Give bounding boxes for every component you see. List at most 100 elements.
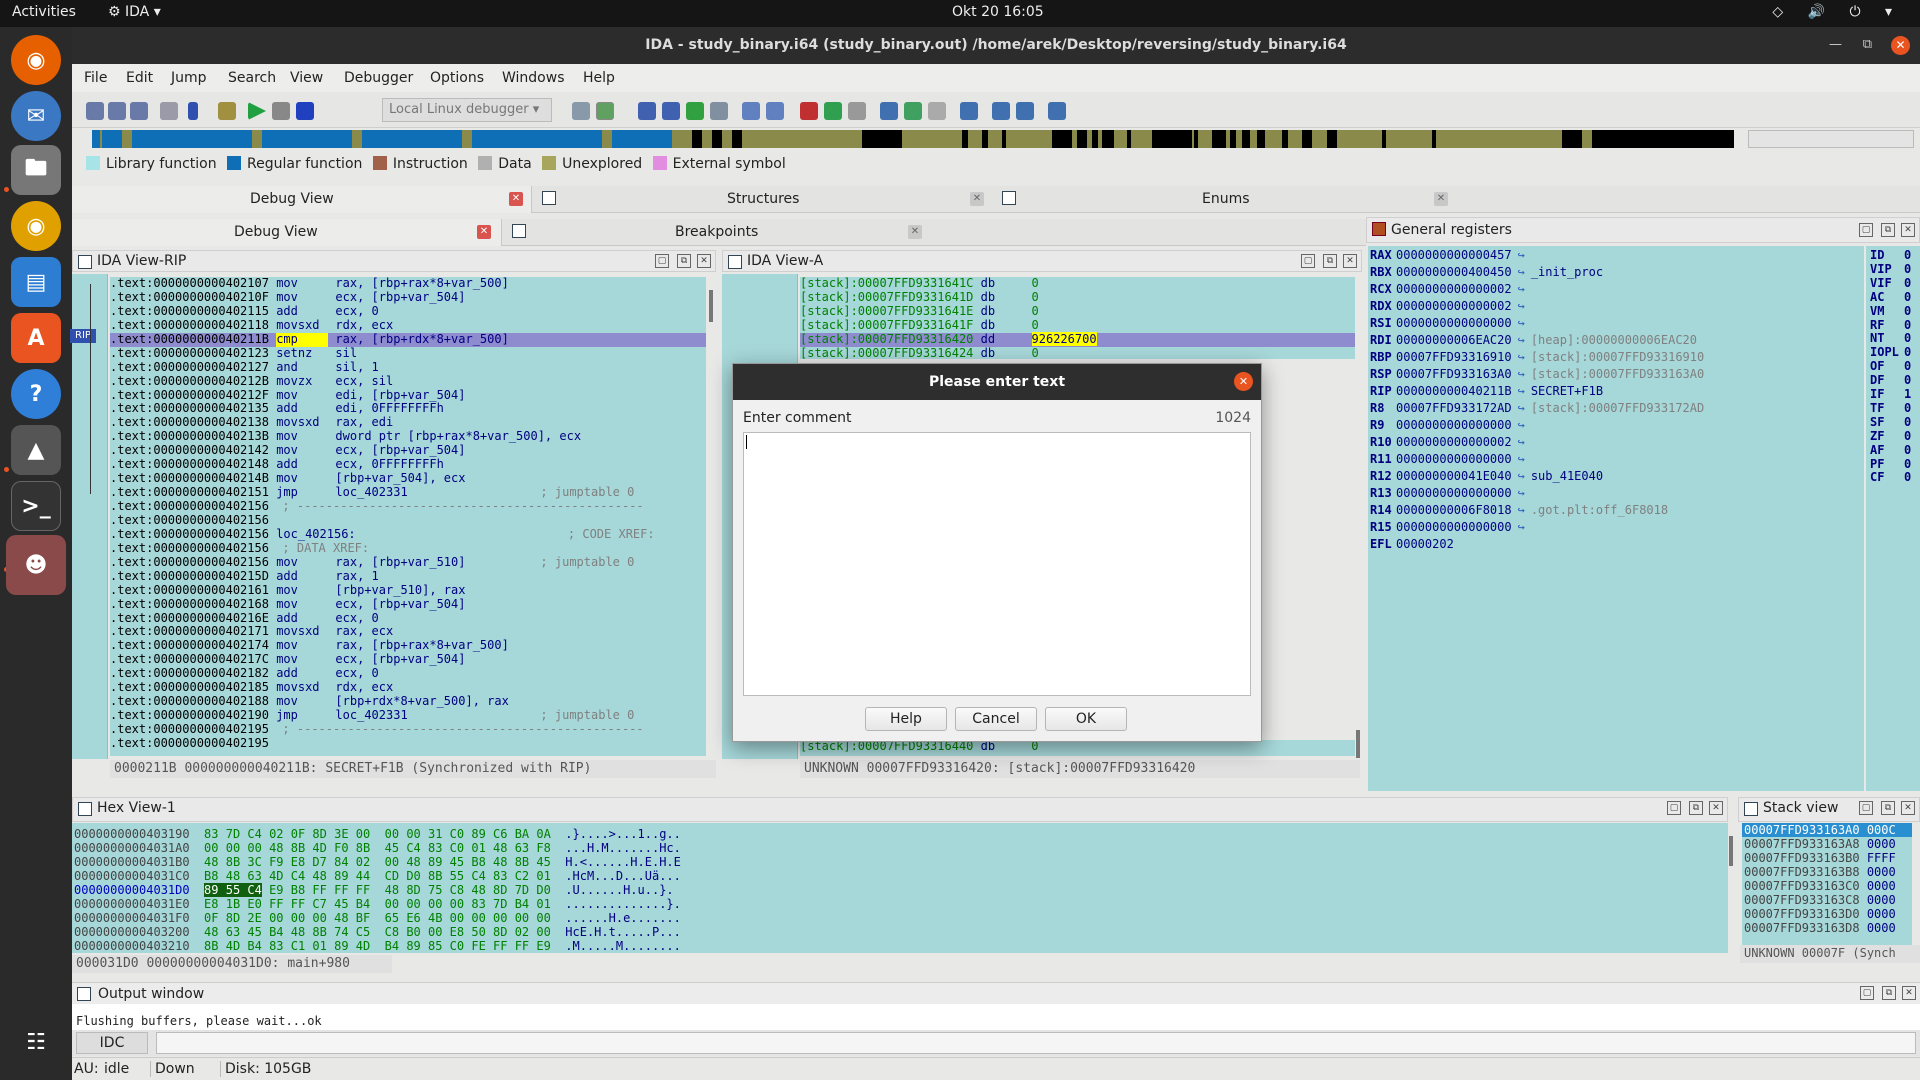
navigation-band-selector[interactable]	[1748, 130, 1914, 148]
code-line[interactable]: .text:0000000000402118 movsxd rdx, ecx	[110, 318, 706, 333]
modules-icon[interactable]	[904, 102, 922, 120]
code-line[interactable]: .text:0000000000402195 ; ---------------…	[110, 722, 706, 737]
pane-float-button[interactable]: ⧉	[1689, 801, 1703, 815]
menu-windows[interactable]: Windows	[502, 70, 565, 86]
ida-view-a-listing[interactable]: [stack]:00007FFD9331641C db 0 [stack]:000…	[800, 277, 1355, 359]
pane-close-button[interactable]: ✕	[1901, 223, 1915, 237]
hex-row[interactable]: 00000000004031F0 0F 8D 2E 00 00 00 48 BF…	[74, 911, 681, 925]
help-button[interactable]: Help	[865, 707, 947, 731]
code-line[interactable]: .text:0000000000402156 ; DATA XREF:	[110, 541, 706, 556]
trace-options-icon[interactable]	[766, 102, 784, 120]
code-line[interactable]: .text:0000000000402182 add ecx, 0	[110, 666, 706, 681]
jump-arrow-icon[interactable]: ↪	[1518, 248, 1525, 262]
view-a-scrollbar[interactable]	[1356, 730, 1360, 758]
close-tab-icon[interactable]: ✕	[970, 192, 984, 206]
pane-close-button[interactable]: ✕	[1709, 801, 1723, 815]
hex-scrollbar[interactable]	[1729, 836, 1733, 866]
run-to-cursor-icon[interactable]	[686, 102, 704, 120]
flag-row[interactable]: ZF 0	[1870, 429, 1911, 443]
jump-arrow-icon[interactable]: ↪	[1518, 503, 1525, 517]
terminate-process-icon[interactable]	[296, 102, 314, 120]
register-row[interactable]: R15 0000000000000000 ↪	[1370, 520, 1531, 537]
system-tray[interactable]: ◇ 🔊 ⏻ ▾	[1772, 4, 1902, 20]
help-icon[interactable]: ?	[11, 369, 61, 419]
code-line[interactable]: .text:000000000040211B cmp rax, [rbp+rdx…	[110, 332, 706, 347]
code-line[interactable]: .text:0000000000402127 and sil, 1	[110, 360, 706, 375]
hex-row[interactable]: 0000000000403200 48 63 45 B4 48 8B 74 C5…	[74, 925, 681, 939]
add-breakpoint-icon[interactable]	[824, 102, 842, 120]
hex-row[interactable]: 00000000004031D0 89 55 C4 E9 B8 FF FF FF…	[74, 883, 674, 897]
jump-arrow-icon[interactable]: ↪	[1518, 350, 1525, 364]
code-line[interactable]: .text:0000000000402156 loc_402156: ; COD…	[110, 527, 706, 542]
register-row[interactable]: R12 000000000041E040 ↪ sub_41E040	[1370, 469, 1603, 486]
register-row[interactable]: R14 00000000006F8018 ↪ .got.plt:off_6F8018	[1370, 503, 1668, 520]
tab-breakpoints[interactable]: Breakpoints	[675, 224, 758, 240]
jump-arrow-icon[interactable]: ↪	[1518, 452, 1525, 466]
menu-view[interactable]: View	[290, 70, 323, 86]
menu-debugger[interactable]: Debugger	[344, 70, 413, 86]
tab-debug-view[interactable]: Debug View ✕	[72, 186, 532, 213]
code-line[interactable]: .text:000000000040210F mov ecx, [rbp+var…	[110, 290, 706, 305]
code-line[interactable]: .text:0000000000402185 movsxd rdx, ecx	[110, 680, 706, 695]
debugger-select[interactable]: Local Linux debugger ▾	[382, 98, 552, 122]
open-icon[interactable]	[86, 102, 104, 120]
jump-arrow-icon[interactable]: ↪	[1518, 384, 1525, 398]
flag-row[interactable]: IF 1	[1870, 387, 1911, 401]
stack-row[interactable]: 00007FFD933163A8 0000	[1742, 837, 1912, 851]
code-line[interactable]: .text:0000000000402188 mov [rbp+rdx*8+va…	[110, 694, 706, 709]
flag-row[interactable]: VIP 0	[1870, 262, 1911, 276]
pane-close-button[interactable]: ✕	[1343, 254, 1357, 268]
code-line[interactable]: [stack]:00007FFD93316420 dd 926226700	[800, 331, 1355, 347]
register-row[interactable]: RSP 00007FFD933163A0 ↪ [stack]:00007FFD9331…	[1370, 367, 1704, 384]
hex-row[interactable]: 00000000004031A0 00 00 00 48 8B 4D F0 8B…	[74, 841, 681, 855]
pane-close-button[interactable]: ✕	[1901, 801, 1915, 815]
code-line[interactable]: .text:0000000000402190 jmp loc_402331 ; j…	[110, 708, 706, 723]
code-line[interactable]: .text:000000000040215D add rax, 1	[110, 569, 706, 584]
stack-row[interactable]: 00007FFD933163C8 0000	[1742, 893, 1912, 907]
code-line[interactable]: .text:0000000000402148 add ecx, 0FFFFFFF…	[110, 457, 706, 472]
menu-options[interactable]: Options	[430, 70, 484, 86]
flag-row[interactable]: ID 0	[1870, 248, 1911, 262]
flag-row[interactable]: CF 0	[1870, 470, 1911, 484]
hex-row[interactable]: 0000000000403190 83 7D C4 02 0F 8D 3E 00…	[74, 827, 681, 841]
ok-button[interactable]: OK	[1045, 707, 1127, 731]
attach-icon[interactable]	[218, 102, 236, 120]
stack-row[interactable]: 00007FFD933163C0 0000	[1742, 879, 1912, 893]
menu-help[interactable]: Help	[583, 70, 615, 86]
register-row[interactable]: RIP 000000000040211B ↪ SECRET+F1B	[1370, 384, 1603, 401]
jump-arrow-icon[interactable]: ↪	[1518, 520, 1525, 534]
code-line[interactable]: .text:0000000000402107 mov rax, [rbp+rax…	[110, 277, 706, 291]
flag-row[interactable]: TF 0	[1870, 401, 1911, 415]
register-row[interactable]: R8 00007FFD933172AD ↪ [stack]:00007FFD93317…	[1370, 401, 1704, 418]
code-line[interactable]: [stack]:00007FFD9331641C db 0	[800, 277, 1355, 291]
show-ip-icon[interactable]	[710, 102, 728, 120]
pane-float-button[interactable]: ⧉	[1881, 223, 1895, 237]
pane-close-button[interactable]: ✕	[1902, 986, 1916, 1000]
idc-button[interactable]: IDC	[76, 1032, 148, 1054]
register-row[interactable]: RDX 0000000000000002 ↪	[1370, 299, 1531, 316]
pane-maximize-button[interactable]: ▢	[1301, 254, 1315, 268]
menu-search[interactable]: Search	[228, 70, 276, 86]
rhythmbox-icon[interactable]: ◉	[11, 201, 61, 251]
register-row[interactable]: RDI 00000000006EAC20 ↪ [heap]:00000000006EA…	[1370, 333, 1697, 350]
start-process-icon[interactable]	[248, 102, 266, 120]
code-line[interactable]: .text:0000000000402156 mov rax, [rbp+var…	[110, 555, 706, 570]
code-line[interactable]: [stack]:00007FFD9331641F db 0	[800, 318, 1355, 333]
tab-debug-view-inner[interactable]: Debug View ✕	[72, 219, 502, 246]
jump-arrow-icon[interactable]: ↪	[1518, 418, 1525, 432]
code-line[interactable]: .text:0000000000402151 jmp loc_402331 ; j…	[110, 485, 706, 500]
flag-row[interactable]: DF 0	[1870, 373, 1911, 387]
code-line[interactable]: .text:0000000000402156 ; ---------------…	[110, 499, 706, 514]
jump-arrow-icon[interactable]: ↪	[1518, 367, 1525, 381]
flag-row[interactable]: AF 0	[1870, 443, 1911, 457]
graph-view-icon[interactable]	[960, 102, 978, 120]
jump-arrow-icon[interactable]: ↪	[1518, 316, 1525, 330]
pause-process-icon[interactable]	[272, 102, 290, 120]
close-tab-icon[interactable]: ✕	[1434, 192, 1448, 206]
menu-edit[interactable]: Edit	[126, 70, 153, 86]
code-line[interactable]: .text:0000000000402156	[110, 513, 706, 528]
code-line[interactable]: .text:000000000040214B mov [rbp+var_504]…	[110, 471, 706, 486]
thunderbird-icon[interactable]: ✉	[11, 91, 61, 141]
firefox-icon[interactable]: ◉	[11, 35, 61, 85]
ida-view-rip-listing[interactable]: .text:0000000000402107 mov rax, [rbp+rax…	[110, 277, 706, 756]
